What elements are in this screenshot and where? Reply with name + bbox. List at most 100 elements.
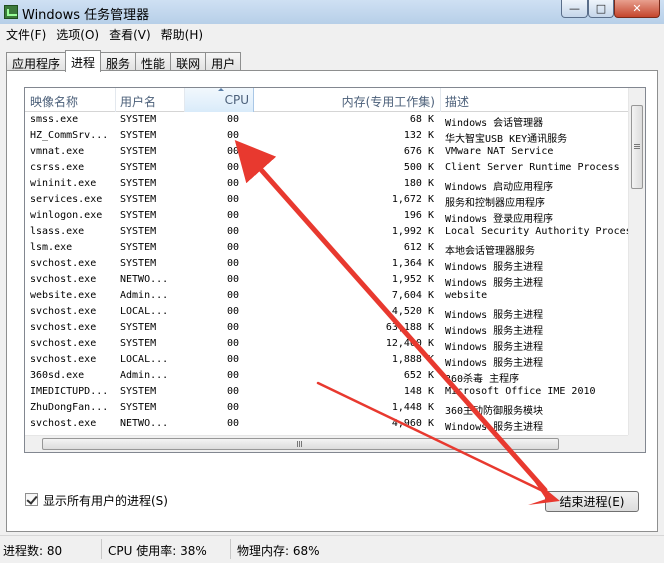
- horizontal-scroll-thumb[interactable]: [42, 438, 559, 450]
- tab-performance[interactable]: 性能: [135, 52, 172, 71]
- tab-users[interactable]: 用户: [205, 52, 242, 71]
- table-row[interactable]: svchost.exe SYSTEM 00 1,364 K Windows 服务主进程: [25, 256, 629, 273]
- column-user-name[interactable]: 用户名: [116, 88, 185, 112]
- table-row[interactable]: svchost.exe NETWO... 00 4,960 K Windows 服务主进…: [25, 416, 629, 433]
- table-row[interactable]: lsm.exe SYSTEM 00 612 K 本地会话管理器服务: [25, 240, 629, 257]
- table-row[interactable]: winlogon.exe SYSTEM 00 196 K Windows 登录应用程序: [25, 208, 629, 225]
- table-row[interactable]: services.exe SYSTEM 00 1,672 K 服务和控制器应用程序: [25, 192, 629, 209]
- menu-file[interactable]: 文件(F): [2, 26, 52, 43]
- column-cpu[interactable]: CPU: [185, 88, 254, 112]
- cell-image-name: website.exe: [30, 290, 97, 301]
- cell-user-name: NETWO...: [120, 274, 169, 285]
- column-memory[interactable]: 内存(专用工作集): [254, 88, 441, 112]
- horizontal-scrollbar[interactable]: [25, 435, 629, 452]
- cell-description: Windows 服务主进程: [445, 342, 544, 353]
- process-list: 映像名称 用户名 CPU 内存(专用工作集) 描述 smss.exe SYSTEM…: [24, 87, 646, 453]
- vertical-scrollbar[interactable]: [628, 88, 645, 435]
- cell-description: Client Server Runtime Process: [445, 162, 620, 173]
- tab-strip: 应用程序 进程 服务 性能 联网 用户: [6, 50, 242, 72]
- cell-description: 360主动防御服务模块: [445, 406, 544, 417]
- cell-user-name: SYSTEM: [120, 386, 157, 397]
- end-process-button[interactable]: 结束进程(E): [545, 491, 639, 512]
- cell-image-name: ZhuDongFan...: [30, 402, 109, 413]
- cell-memory: 676 K: [403, 146, 434, 157]
- cell-memory: 652 K: [403, 370, 434, 381]
- table-row[interactable]: svchost.exe SYSTEM 00 12,400 K Windows 服务主进程: [25, 336, 629, 353]
- menu-options[interactable]: 选项(O): [52, 26, 105, 43]
- tab-processes[interactable]: 进程: [65, 50, 102, 72]
- column-image-name[interactable]: 映像名称: [25, 88, 116, 112]
- cell-description: Windows 服务主进程: [445, 310, 544, 321]
- cell-image-name: winlogon.exe: [30, 210, 103, 221]
- cell-image-name: svchost.exe: [30, 258, 97, 269]
- table-row[interactable]: svchost.exe LOCAL... 00 1,888 K Windows 服务主进…: [25, 352, 629, 369]
- table-row[interactable]: smss.exe SYSTEM 00 68 K Windows 会话管理器: [25, 112, 629, 129]
- cell-memory: 1,888 K: [391, 354, 434, 365]
- table-row[interactable]: svchost.exe LOCAL... 00 4,520 K Windows 服务主进…: [25, 304, 629, 321]
- cell-memory: 63,188 K: [385, 322, 434, 333]
- menu-view[interactable]: 查看(V): [105, 26, 157, 43]
- cell-cpu: 00: [226, 386, 239, 397]
- cell-memory: 1,672 K: [391, 194, 434, 205]
- table-row[interactable]: vmnat.exe SYSTEM 00 676 K VMware NAT Service: [25, 144, 629, 160]
- cell-user-name: LOCAL...: [120, 354, 169, 365]
- processes-panel: 映像名称 用户名 CPU 内存(专用工作集) 描述 smss.exe SYSTEM…: [6, 70, 658, 532]
- cell-cpu: 00: [226, 354, 239, 365]
- cell-description: 360杀毒 主程序: [445, 374, 520, 385]
- cell-image-name: vmnat.exe: [30, 146, 85, 157]
- table-row[interactable]: IMEDICTUPD... SYSTEM 00 148 K Microsoft Offi…: [25, 384, 629, 400]
- maximize-button[interactable]: □: [588, 0, 614, 18]
- cell-description: Windows 服务主进程: [445, 278, 544, 289]
- cell-image-name: svchost.exe: [30, 418, 97, 429]
- cell-cpu: 00: [226, 194, 239, 205]
- cell-user-name: SYSTEM: [120, 146, 157, 157]
- cell-description: 本地会话管理器服务: [445, 246, 535, 257]
- cell-image-name: svchost.exe: [30, 306, 97, 317]
- cell-user-name: NETWO...: [120, 418, 169, 429]
- cell-image-name: svchost.exe: [30, 322, 97, 333]
- table-row[interactable]: csrss.exe SYSTEM 00 500 K Client Server Runt…: [25, 160, 629, 176]
- cell-cpu: 00: [226, 322, 239, 333]
- vertical-scroll-thumb[interactable]: [631, 105, 643, 189]
- table-row[interactable]: svchost.exe SYSTEM 00 63,188 K Windows 服务主进程: [25, 320, 629, 337]
- cell-cpu: 00: [226, 290, 239, 301]
- cell-description: Local Security Authority Process: [445, 226, 629, 237]
- table-row[interactable]: lsass.exe SYSTEM 00 1,992 K Local Security A…: [25, 224, 629, 240]
- table-row[interactable]: 360sd.exe Admin... 00 652 K 360杀毒 主程序: [25, 368, 629, 385]
- cell-memory: 4,960 K: [391, 418, 434, 429]
- cell-image-name: smss.exe: [30, 114, 79, 125]
- cell-description: Windows 服务主进程: [445, 326, 544, 337]
- cell-image-name: svchost.exe: [30, 338, 97, 349]
- scroll-corner: [628, 435, 645, 452]
- table-row[interactable]: HZ_CommSrv... SYSTEM 00 132 K 华大智宝USB KEY通讯服…: [25, 128, 629, 145]
- table-row[interactable]: ZhuDongFan... SYSTEM 00 1,448 K 360主动防御服务模块: [25, 400, 629, 417]
- show-all-users-label[interactable]: 显示所有用户的进程(S): [43, 492, 168, 509]
- table-row[interactable]: wininit.exe SYSTEM 00 180 K Windows 启动应用程序: [25, 176, 629, 193]
- tab-networking[interactable]: 联网: [170, 52, 207, 71]
- cell-user-name: LOCAL...: [120, 306, 169, 317]
- table-row[interactable]: svchost.exe NETWO... 00 1,952 K Windows 服务主进…: [25, 272, 629, 289]
- tab-services[interactable]: 服务: [100, 52, 137, 71]
- cell-cpu: 00: [226, 178, 239, 189]
- cell-cpu: 00: [226, 210, 239, 221]
- client-area: 应用程序 进程 服务 性能 联网 用户 映像名称 用户名 CPU 内存(专用工作…: [0, 45, 664, 535]
- cell-user-name: Admin...: [120, 290, 169, 301]
- table-row[interactable]: website.exe Admin... 00 7,604 K website: [25, 288, 629, 304]
- menu-help[interactable]: 帮助(H): [157, 26, 209, 43]
- cell-description: Windows 服务主进程: [445, 262, 544, 273]
- cell-memory: 132 K: [403, 130, 434, 141]
- cell-description: Windows 登录应用程序: [445, 214, 554, 225]
- column-description[interactable]: 描述: [441, 88, 629, 112]
- cell-description: Windows 启动应用程序: [445, 182, 554, 193]
- cell-cpu: 00: [226, 242, 239, 253]
- cell-image-name: 360sd.exe: [30, 370, 85, 381]
- cell-user-name: SYSTEM: [120, 402, 157, 413]
- close-button[interactable]: ✕: [614, 0, 660, 18]
- show-all-users-checkbox[interactable]: [25, 493, 38, 506]
- minimize-button[interactable]: —: [561, 0, 588, 18]
- cell-cpu: 00: [226, 146, 239, 157]
- tab-applications[interactable]: 应用程序: [6, 52, 67, 71]
- cell-description: website: [445, 290, 488, 301]
- cell-cpu: 00: [226, 370, 239, 381]
- cell-user-name: Admin...: [120, 370, 169, 381]
